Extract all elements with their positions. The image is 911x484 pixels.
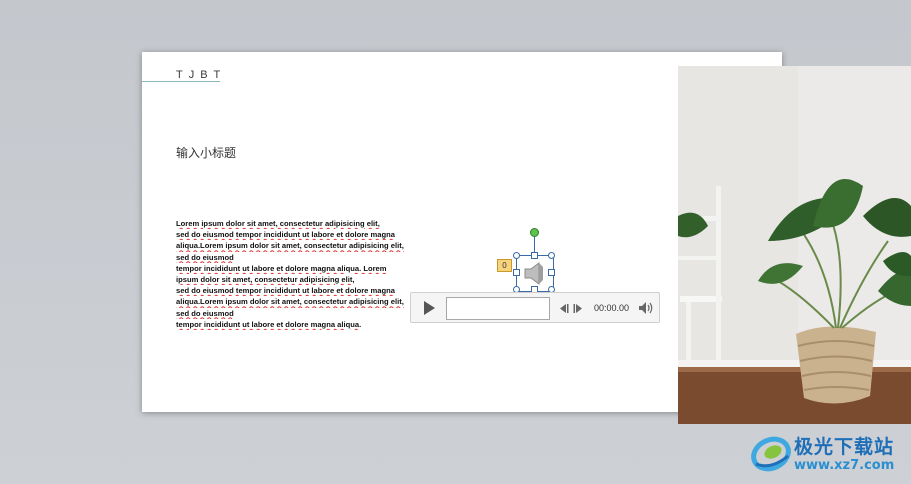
- skip-forward-icon[interactable]: [573, 303, 585, 314]
- plant-photo-illustration: [678, 66, 911, 424]
- slide-title[interactable]: TJBT: [176, 69, 226, 81]
- body-line: sed do eiusmod: [176, 252, 234, 262]
- slide-subtitle[interactable]: 输入小标题: [176, 144, 236, 161]
- body-line: aliqua.Lorem ipsum dolor sit amet, conse…: [176, 241, 404, 251]
- resize-handle-ne[interactable]: [548, 252, 555, 259]
- resize-handle-nw[interactable]: [513, 252, 520, 259]
- play-icon[interactable]: [421, 300, 437, 316]
- resize-handle-e[interactable]: [548, 269, 555, 276]
- body-line: tempor incididunt ut labore et dolore ma…: [176, 263, 387, 273]
- resize-handle-n[interactable]: [531, 252, 538, 259]
- body-line: Lorem ipsum dolor sit amet, consectetur …: [176, 219, 380, 228]
- body-line: ipsum dolor sit amet, consectetur adipis…: [176, 275, 355, 285]
- audio-progress-track[interactable]: [446, 297, 550, 320]
- volume-icon[interactable]: [637, 300, 655, 316]
- resize-handle-w[interactable]: [513, 269, 520, 276]
- audio-player-bar: 00:00.00: [410, 292, 660, 323]
- body-text-box[interactable]: Lorem ipsum dolor sit amet, consectetur …: [176, 218, 436, 330]
- audio-time-display: 00:00.00: [594, 303, 630, 313]
- body-line: sed do eiusmod tempor incididunt ut labo…: [176, 230, 395, 240]
- body-line: tempor incididunt ut labore et dolore ma…: [176, 319, 362, 329]
- watermark-url: www.xz7.com: [794, 458, 895, 473]
- rotate-handle[interactable]: [530, 228, 539, 237]
- plant-photo[interactable]: [678, 66, 911, 424]
- body-line: sed do eiusmod: [176, 308, 234, 318]
- watermark-name: 极光下载站: [794, 436, 895, 458]
- skip-back-icon[interactable]: [557, 303, 569, 314]
- body-line: aliqua.Lorem ipsum dolor sit amet, conse…: [176, 297, 404, 307]
- title-underline: [142, 81, 220, 82]
- animation-order-tag[interactable]: 0: [497, 259, 512, 272]
- body-line: sed do eiusmod tempor incididunt ut labo…: [176, 286, 395, 296]
